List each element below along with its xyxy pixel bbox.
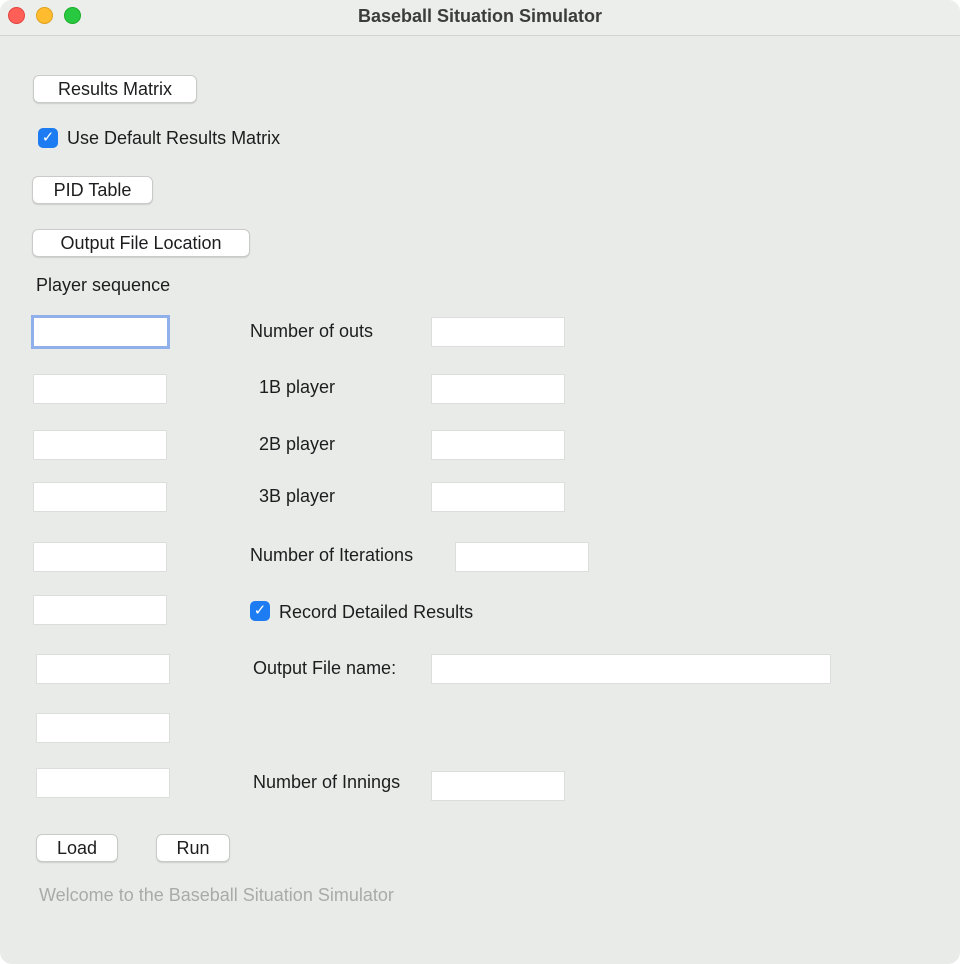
use-default-results-matrix-label: Use Default Results Matrix [67, 128, 281, 148]
player-sequence-label: Player sequence [36, 275, 171, 295]
second-base-player-field[interactable] [431, 430, 565, 460]
player-sequence-field-9[interactable] [36, 768, 170, 798]
player-sequence-field-6[interactable] [33, 595, 167, 625]
use-default-results-matrix-checkbox[interactable]: ✓ [38, 128, 58, 148]
record-detailed-results-checkbox[interactable]: ✓ [250, 601, 270, 621]
title-bar: Baseball Situation Simulator [0, 0, 960, 36]
output-file-name-label: Output File name: [253, 658, 397, 678]
first-base-player-label: 1B player [259, 377, 336, 397]
player-sequence-field-8[interactable] [36, 713, 170, 743]
run-button[interactable]: Run [156, 834, 230, 862]
player-sequence-field-7[interactable] [36, 654, 170, 684]
record-detailed-results-label: Record Detailed Results [279, 602, 474, 622]
player-sequence-field-5[interactable] [33, 542, 167, 572]
results-matrix-button[interactable]: Results Matrix [33, 75, 197, 103]
player-sequence-field-2[interactable] [33, 374, 167, 404]
third-base-player-label: 3B player [259, 486, 336, 506]
player-sequence-field-3[interactable] [33, 430, 167, 460]
third-base-player-field[interactable] [431, 482, 565, 512]
player-sequence-field-1[interactable] [31, 315, 170, 349]
load-button[interactable]: Load [36, 834, 118, 862]
window-title: Baseball Situation Simulator [357, 6, 603, 26]
number-of-iterations-label: Number of Iterations [250, 545, 414, 565]
pid-table-button[interactable]: PID Table [32, 176, 153, 204]
output-file-name-field[interactable] [431, 654, 831, 684]
app-window: Baseball Situation Simulator Results Mat… [0, 0, 960, 964]
number-of-innings-field[interactable] [431, 771, 565, 801]
first-base-player-field[interactable] [431, 374, 565, 404]
number-of-outs-field[interactable] [431, 317, 565, 347]
number-of-innings-label: Number of Innings [253, 772, 401, 792]
second-base-player-label: 2B player [259, 434, 336, 454]
status-message: Welcome to the Baseball Situation Simula… [39, 885, 394, 905]
output-file-location-button[interactable]: Output File Location [32, 229, 250, 257]
number-of-outs-label: Number of outs [250, 321, 374, 341]
number-of-iterations-field[interactable] [455, 542, 589, 572]
player-sequence-field-4[interactable] [33, 482, 167, 512]
